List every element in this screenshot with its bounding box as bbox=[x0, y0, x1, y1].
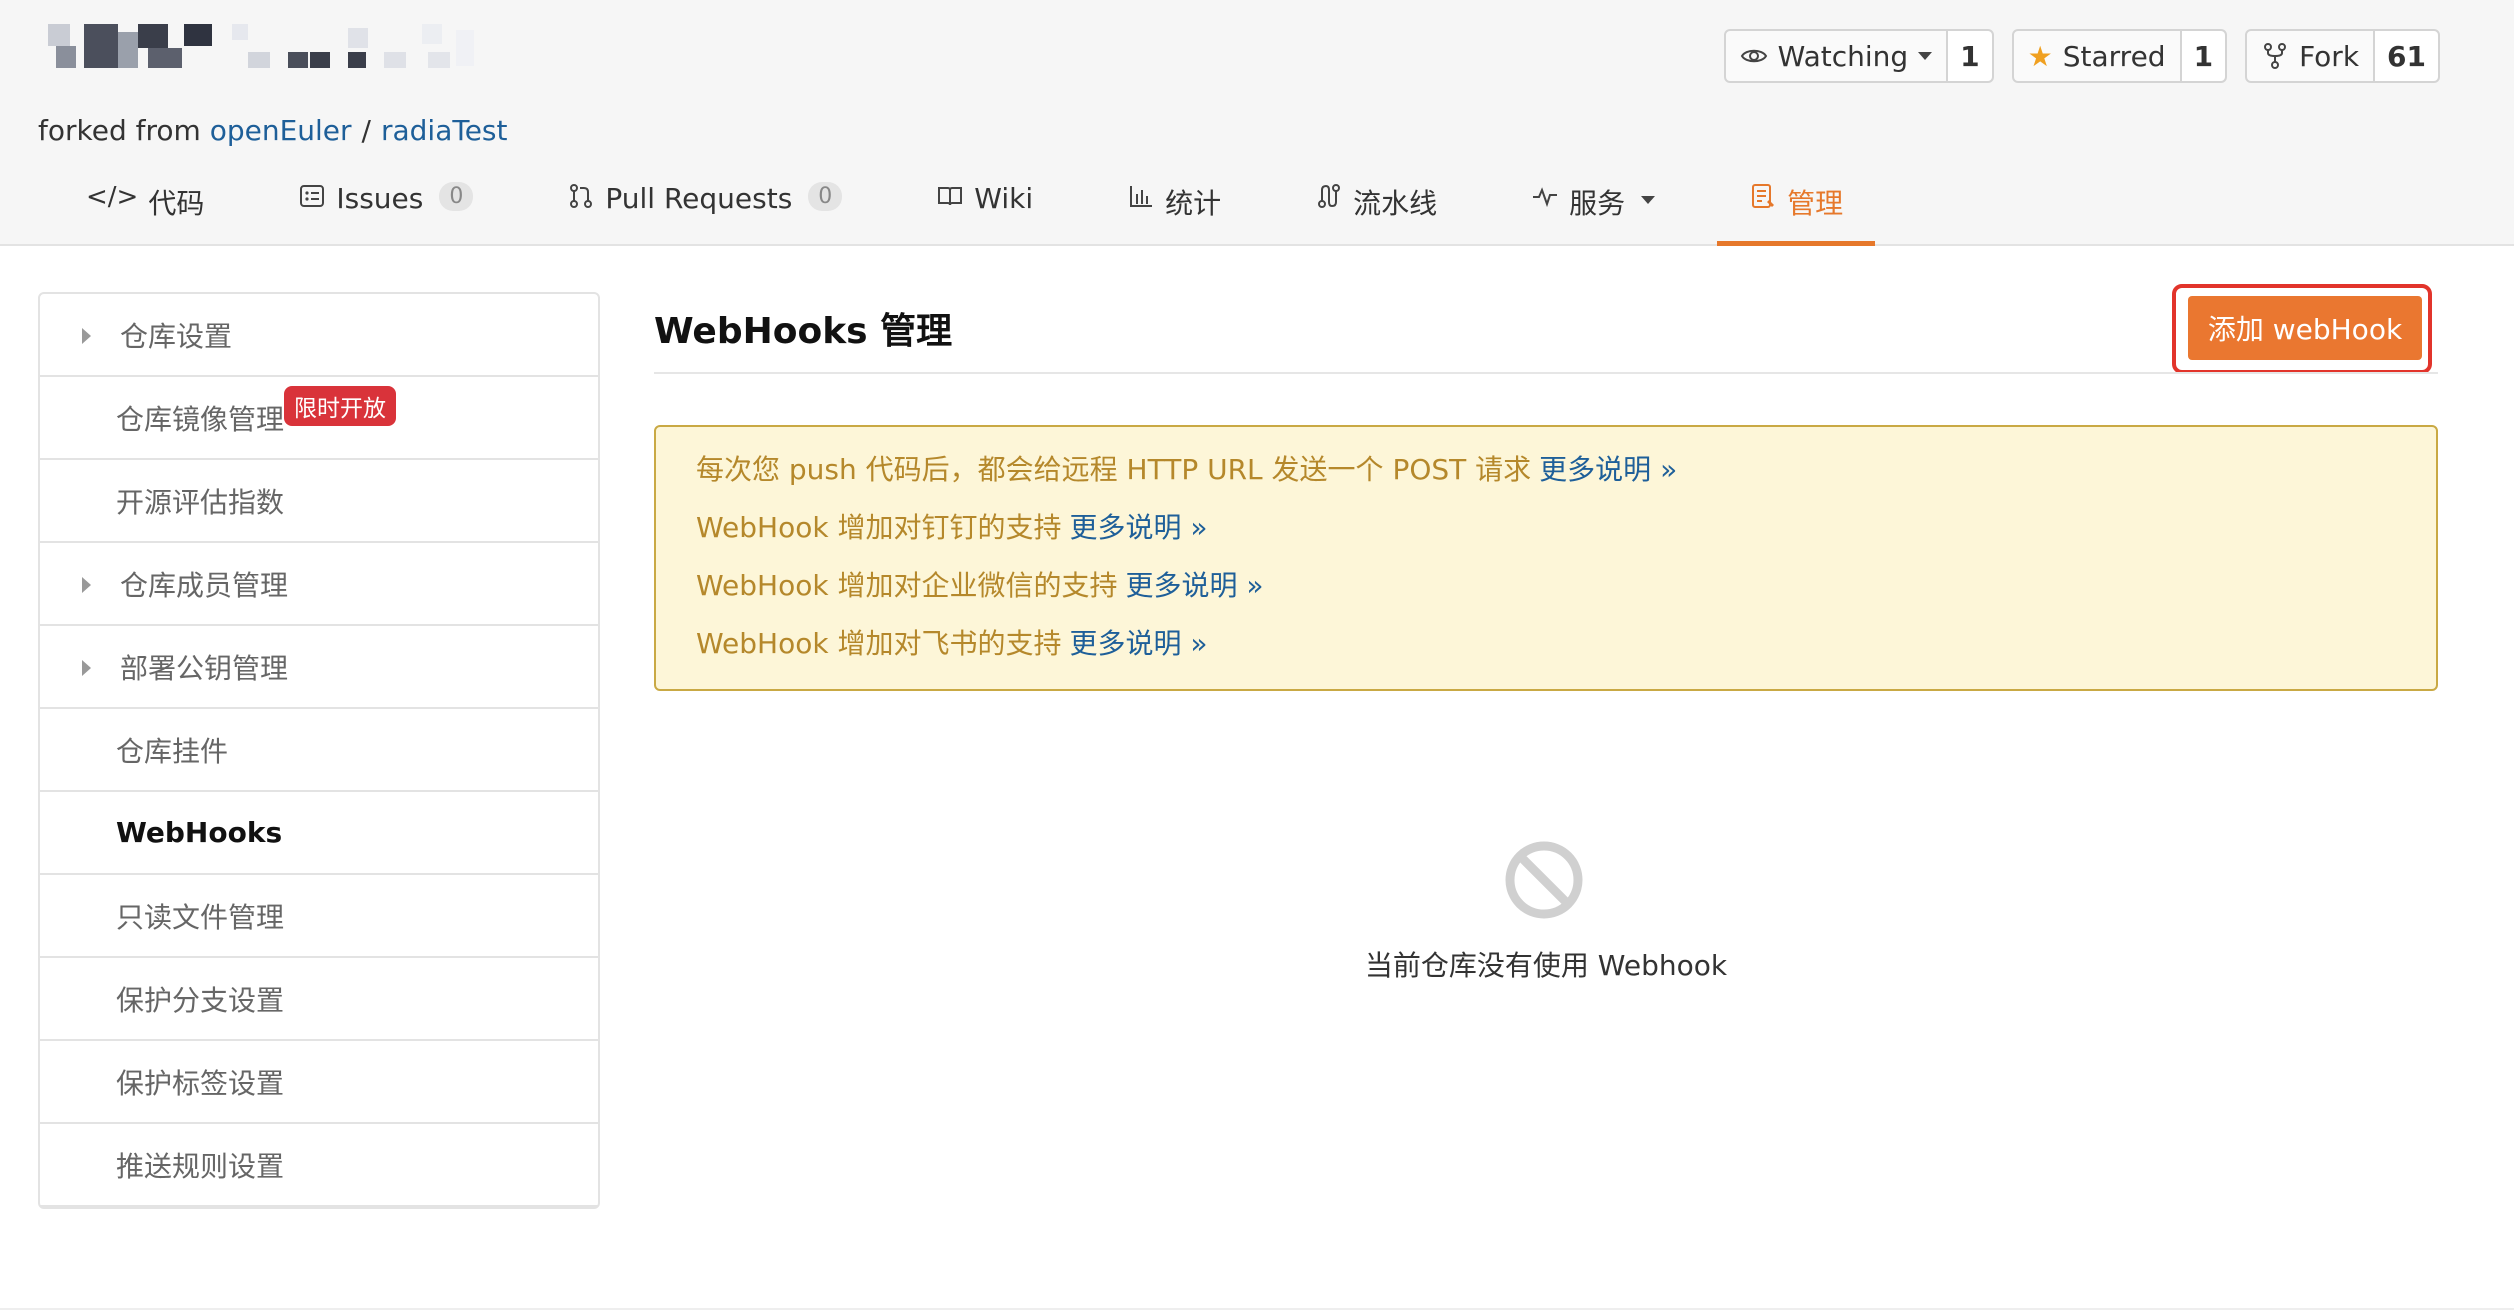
notice-text: 每次您 push 代码后，都会给远程 HTTP URL 发送一个 POST 请求 bbox=[696, 453, 1532, 486]
tab-services[interactable]: 服务 bbox=[1499, 172, 1687, 244]
sidebar-item-label: 仓库设置 bbox=[120, 319, 233, 353]
pipeline-icon bbox=[1318, 184, 1341, 208]
tab-pipeline-label: 流水线 bbox=[1353, 187, 1438, 220]
star-button[interactable]: ★ Starred bbox=[2014, 31, 2180, 81]
tab-wiki-label: Wiki bbox=[974, 182, 1034, 215]
sidebar-item-oss-index[interactable]: 开源评估指数 bbox=[40, 460, 598, 543]
watch-count[interactable]: 1 bbox=[1946, 31, 1992, 81]
issues-count-badge: 0 bbox=[439, 182, 474, 211]
issues-icon bbox=[300, 185, 325, 207]
chevron-down-icon bbox=[1641, 196, 1656, 204]
fork-button-group: Fork 61 bbox=[2245, 29, 2440, 83]
tab-issues[interactable]: Issues 0 bbox=[266, 172, 505, 244]
caret-right-icon bbox=[82, 328, 91, 344]
tab-code[interactable]: </> 代码 bbox=[54, 172, 236, 244]
repo-header: forked from openEuler / radiaTest Watching… bbox=[0, 0, 2514, 246]
star-icon: ★ bbox=[2027, 39, 2053, 73]
tab-stats-label: 统计 bbox=[1165, 187, 1222, 220]
sidebar-item-label: WebHooks bbox=[116, 816, 283, 849]
watch-button-group: Watching 1 bbox=[1723, 29, 1994, 83]
sidebar-item-label: 开源评估指数 bbox=[116, 485, 285, 519]
sidebar-item-label: 保护标签设置 bbox=[116, 1066, 285, 1100]
forked-repo-link[interactable]: radiaTest bbox=[381, 114, 508, 147]
sidebar-item-protected-tags[interactable]: 保护标签设置 bbox=[40, 1041, 598, 1124]
caret-right-icon bbox=[82, 577, 91, 593]
repo-tabs: </> 代码 Issues 0 Pull Requests 0 Wiki 统计 … bbox=[54, 172, 1905, 246]
tab-wiki[interactable]: Wiki bbox=[904, 172, 1065, 244]
sidebar-item-label: 部署公钥管理 bbox=[120, 651, 289, 685]
limited-open-badge: 限时开放 bbox=[284, 386, 396, 426]
repo-name-obscured bbox=[48, 24, 478, 70]
sidebar-item-deploy-keys[interactable]: 部署公钥管理 bbox=[40, 626, 598, 709]
pull-requests-count-badge: 0 bbox=[808, 182, 843, 211]
book-icon bbox=[938, 187, 963, 206]
sidebar-item-widgets[interactable]: 仓库挂件 bbox=[40, 709, 598, 792]
sidebar-item-push-rules[interactable]: 推送规则设置 bbox=[40, 1124, 598, 1207]
sidebar-item-readonly-files[interactable]: 只读文件管理 bbox=[40, 875, 598, 958]
repo-actions: Watching 1 ★ Starred 1 Fork 61 bbox=[1723, 29, 2440, 83]
fork-button[interactable]: Fork bbox=[2247, 31, 2373, 81]
notice-line: WebHook 增加对飞书的支持 更多说明 » bbox=[696, 623, 2396, 681]
footer-divider bbox=[0, 1308, 2514, 1310]
bar-chart-icon bbox=[1130, 186, 1153, 207]
notice-line: WebHook 增加对钉钉的支持 更多说明 » bbox=[696, 507, 2396, 565]
code-icon: </> bbox=[86, 182, 139, 212]
fork-count[interactable]: 61 bbox=[2373, 31, 2438, 81]
tab-pipeline[interactable]: 流水线 bbox=[1283, 172, 1469, 244]
watch-label: Watching bbox=[1777, 39, 1909, 73]
star-count[interactable]: 1 bbox=[2179, 31, 2226, 81]
add-webhook-highlight: 添加 webHook bbox=[2172, 284, 2432, 374]
more-info-link[interactable]: 更多说明 » bbox=[1069, 627, 1207, 660]
notice-text: WebHook 增加对钉钉的支持 bbox=[696, 511, 1062, 544]
tab-code-label: 代码 bbox=[148, 187, 205, 220]
sidebar-item-protected-branches[interactable]: 保护分支设置 bbox=[40, 958, 598, 1041]
tab-manage[interactable]: 管理 bbox=[1717, 172, 1876, 246]
tab-pull-requests[interactable]: Pull Requests 0 bbox=[535, 172, 874, 244]
sidebar-item-label: 仓库成员管理 bbox=[120, 568, 289, 602]
sidebar-item-repo-settings[interactable]: 仓库设置 bbox=[40, 294, 598, 377]
watch-button[interactable]: Watching bbox=[1726, 31, 1946, 81]
sidebar-item-label: 保护分支设置 bbox=[116, 983, 285, 1017]
sidebar-item-label: 推送规则设置 bbox=[116, 1149, 285, 1183]
title-divider bbox=[654, 372, 2438, 374]
fork-label: Fork bbox=[2299, 39, 2360, 73]
tab-issues-label: Issues bbox=[336, 182, 424, 215]
star-button-group: ★ Starred 1 bbox=[2011, 29, 2228, 83]
notice-text: WebHook 增加对飞书的支持 bbox=[696, 627, 1062, 660]
forked-from-line: forked from openEuler / radiaTest bbox=[38, 114, 508, 147]
notice-text: WebHook 增加对企业微信的支持 bbox=[696, 569, 1118, 602]
more-info-link[interactable]: 更多说明 » bbox=[1125, 569, 1263, 602]
manage-icon bbox=[1752, 184, 1775, 208]
forked-prefix: forked from bbox=[38, 114, 201, 147]
add-webhook-button[interactable]: 添加 webHook bbox=[2188, 296, 2422, 360]
settings-sidebar: 仓库设置 仓库镜像管理 开源评估指数 仓库成员管理 部署公钥管理 仓库挂件 We… bbox=[38, 292, 600, 1209]
tab-services-label: 服务 bbox=[1569, 187, 1626, 220]
page-title: WebHooks 管理 bbox=[654, 311, 953, 352]
sidebar-item-members[interactable]: 仓库成员管理 bbox=[40, 543, 598, 626]
star-label: Starred bbox=[2062, 39, 2166, 73]
sidebar-item-webhooks[interactable]: WebHooks bbox=[40, 792, 598, 875]
prohibited-icon bbox=[1505, 841, 1583, 919]
fork-icon bbox=[2264, 43, 2287, 69]
pull-request-icon bbox=[570, 184, 593, 208]
more-info-link[interactable]: 更多说明 » bbox=[1069, 511, 1207, 544]
sidebar-item-label: 只读文件管理 bbox=[116, 900, 285, 934]
pulse-icon bbox=[1533, 187, 1558, 208]
webhook-notice: 每次您 push 代码后，都会给远程 HTTP URL 发送一个 POST 请求… bbox=[654, 425, 2438, 691]
sidebar-item-label: 仓库挂件 bbox=[116, 734, 229, 768]
tab-stats[interactable]: 统计 bbox=[1095, 172, 1253, 244]
tab-manage-label: 管理 bbox=[1787, 187, 1844, 220]
sidebar-item-label: 仓库镜像管理 bbox=[116, 402, 285, 436]
more-info-link[interactable]: 更多说明 » bbox=[1539, 453, 1677, 486]
notice-line: WebHook 增加对企业微信的支持 更多说明 » bbox=[696, 565, 2396, 623]
path-separator: / bbox=[361, 114, 371, 147]
notice-line: 每次您 push 代码后，都会给远程 HTTP URL 发送一个 POST 请求… bbox=[696, 449, 2396, 507]
forked-owner-link[interactable]: openEuler bbox=[210, 114, 352, 147]
caret-right-icon bbox=[82, 660, 91, 676]
tab-pull-requests-label: Pull Requests bbox=[605, 182, 793, 215]
empty-state-text: 当前仓库没有使用 Webhook bbox=[1364, 949, 1728, 982]
eye-icon bbox=[1740, 49, 1767, 63]
chevron-down-icon bbox=[1918, 52, 1933, 60]
